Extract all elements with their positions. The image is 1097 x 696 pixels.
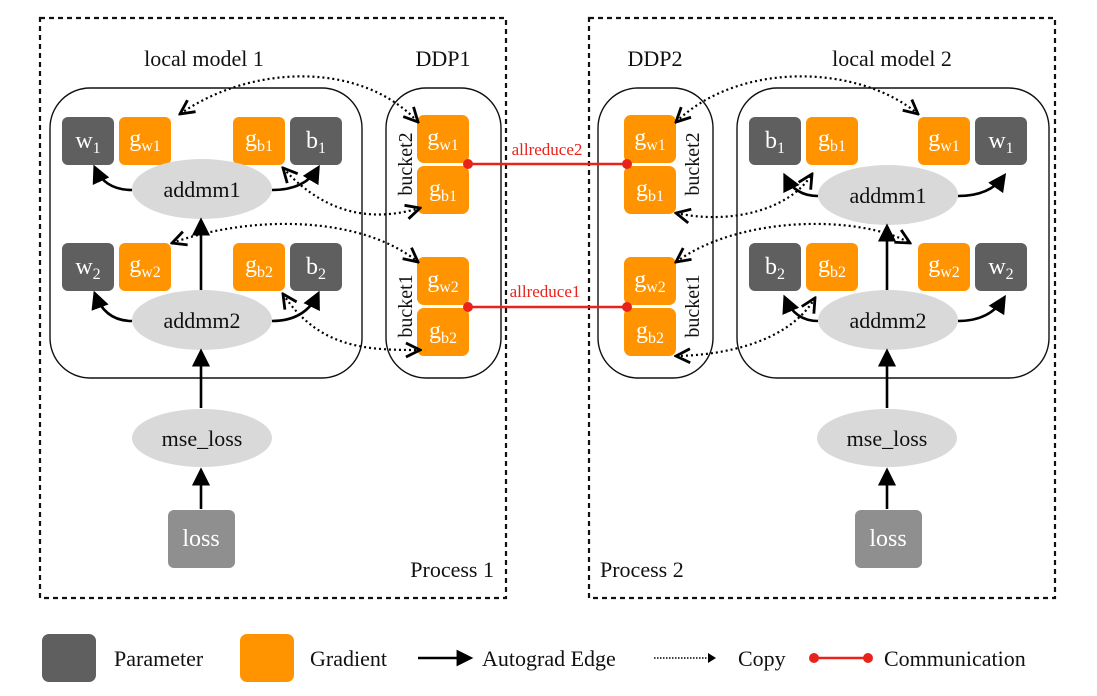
legend-gradient-swatch [240,634,294,682]
allreduce1-label: allreduce1 [510,282,581,301]
svg-text:mse_loss: mse_loss [162,426,243,451]
ddp2-title: DDP2 [627,46,682,71]
allreduce1-link: allreduce1 [463,282,632,312]
svg-text:addmm1: addmm1 [164,177,241,202]
allreduce2-label: allreduce2 [512,140,583,159]
svg-text:addmm1: addmm1 [850,183,927,208]
ddp1-bucket2-label: bucket2 [395,132,417,195]
legend-parameter-label: Parameter [114,646,204,671]
process-1-label: Process 1 [410,557,494,582]
ddp2-bucket1-label: bucket1 [682,274,704,337]
legend-communication-label: Communication [884,646,1026,671]
ddp-diagram: local model 1 DDP1 DDP2 local model 2 w1… [38,16,1057,682]
svg-text:addmm2: addmm2 [164,308,241,333]
allreduce2-link: allreduce2 [463,140,632,169]
local-model-1-title: local model 1 [144,46,264,71]
legend-autograd-label: Autograd Edge [482,646,616,671]
legend-gradient-label: Gradient [310,646,387,671]
svg-text:loss: loss [182,526,219,552]
ddp1-title: DDP1 [415,46,470,71]
legend-copy-label: Copy [738,646,786,671]
svg-text:addmm2: addmm2 [850,308,927,333]
ddp1-bucket1-label: bucket1 [395,274,417,337]
process-2-label: Process 2 [600,557,684,582]
local-model-2-title: local model 2 [832,46,952,71]
ddp2-bucket2-label: bucket2 [682,132,704,195]
svg-text:mse_loss: mse_loss [847,426,928,451]
legend-parameter-swatch [42,634,96,682]
svg-text:loss: loss [869,526,906,552]
legend: Parameter Gradient Autograd Edge Copy Co… [42,634,1026,682]
